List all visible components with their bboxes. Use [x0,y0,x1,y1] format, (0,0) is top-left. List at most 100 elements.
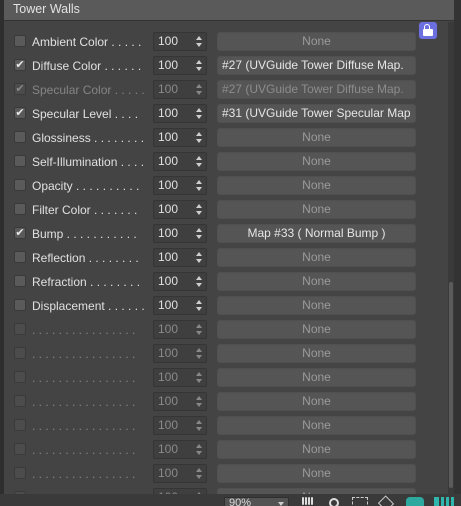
amount-value[interactable]: 100 [158,33,178,50]
spinner-arrows-icon[interactable] [195,177,203,194]
spinner-arrows-icon[interactable] [195,417,203,434]
map-slot-button[interactable]: None [217,440,416,459]
map-slot-button[interactable]: None [217,176,416,195]
map-enable-checkbox[interactable] [14,203,26,215]
map-slot-button[interactable]: None [217,416,416,435]
amount-spinner[interactable]: 100 [153,248,207,267]
map-enable-checkbox[interactable]: ✔ [14,83,26,95]
amount-spinner[interactable]: 100 [153,32,207,51]
spinner-arrows-icon[interactable] [195,321,203,338]
amount-value[interactable]: 100 [158,321,178,338]
amount-value[interactable]: 100 [158,369,178,386]
map-enable-checkbox[interactable] [14,395,26,407]
amount-spinner[interactable]: 100 [153,80,207,99]
amount-spinner[interactable]: 100 [153,344,207,363]
map-slot-button[interactable]: None [217,128,416,147]
amount-value[interactable]: 100 [158,345,178,362]
map-slot-button[interactable]: None [217,152,416,171]
pan-hand-icon[interactable] [300,497,316,506]
map-enable-checkbox[interactable] [14,347,26,359]
map-slot-button[interactable]: #31 (UVGuide Tower Specular Map [217,104,416,123]
navigation-icon[interactable] [377,495,395,506]
amount-spinner[interactable]: 100 [153,272,207,291]
map-slot-button[interactable]: #27 (UVGuide Tower Diffuse Map. [217,56,416,75]
map-slot-button[interactable]: None [217,272,416,291]
spinner-arrows-icon[interactable] [195,465,203,482]
zoom-search-icon[interactable] [328,497,344,506]
spinner-arrows-icon[interactable] [195,273,203,290]
amount-spinner[interactable]: 100 [153,200,207,219]
amount-value[interactable]: 100 [158,441,178,458]
map-slot-button[interactable]: None [217,32,416,51]
amount-spinner[interactable]: 100 [153,152,207,171]
amount-value[interactable]: 100 [158,249,178,266]
zoom-dropdown[interactable]: 90% [224,497,289,506]
amount-spinner[interactable]: 100 [153,392,207,411]
map-slot-button[interactable]: Map #33 ( Normal Bump ) [217,224,416,243]
spinner-arrows-icon[interactable] [195,249,203,266]
amount-value[interactable]: 100 [158,225,178,242]
amount-spinner[interactable]: 100 [153,296,207,315]
amount-value[interactable]: 100 [158,273,178,290]
amount-spinner[interactable]: 100 [153,128,207,147]
amount-value[interactable]: 100 [158,81,178,98]
grid-icon[interactable] [434,497,454,506]
amount-spinner[interactable]: 100 [153,320,207,339]
amount-value[interactable]: 100 [158,153,178,170]
lock-icon[interactable] [419,22,437,39]
amount-spinner[interactable]: 100 [153,56,207,75]
spinner-arrows-icon[interactable] [195,345,203,362]
spinner-arrows-icon[interactable] [195,129,203,146]
amount-spinner[interactable]: 100 [153,416,207,435]
map-enable-checkbox[interactable] [14,155,26,167]
amount-value[interactable]: 100 [158,57,178,74]
spinner-arrows-icon[interactable] [195,201,203,218]
spinner-arrows-icon[interactable] [195,393,203,410]
amount-value[interactable]: 100 [158,201,178,218]
map-slot-button[interactable]: None [217,200,416,219]
spinner-arrows-icon[interactable] [195,225,203,242]
map-enable-checkbox[interactable] [14,131,26,143]
scrollbar-thumb[interactable] [449,282,453,488]
map-enable-checkbox[interactable] [14,275,26,287]
amount-value[interactable]: 100 [158,297,178,314]
amount-spinner[interactable]: 100 [153,176,207,195]
amount-value[interactable]: 100 [158,105,178,122]
map-slot-button[interactable]: None [217,320,416,339]
map-enable-checkbox[interactable] [14,179,26,191]
zoom-region-icon[interactable] [352,497,368,506]
spinner-arrows-icon[interactable] [195,105,203,122]
layout-icon[interactable] [406,497,424,506]
amount-spinner[interactable]: 100 [153,224,207,243]
amount-value[interactable]: 100 [158,417,178,434]
map-enable-checkbox[interactable] [14,299,26,311]
amount-spinner[interactable]: 100 [153,104,207,123]
map-slot-button[interactable]: None [217,248,416,267]
map-enable-checkbox[interactable]: ✔ [14,227,26,239]
map-slot-button[interactable]: None [217,368,416,387]
spinner-arrows-icon[interactable] [195,441,203,458]
map-slot-button[interactable]: None [217,392,416,411]
map-enable-checkbox[interactable] [14,35,26,47]
map-slot-button[interactable]: None [217,344,416,363]
map-enable-checkbox[interactable] [14,251,26,263]
amount-value[interactable]: 100 [158,129,178,146]
amount-value[interactable]: 100 [158,465,178,482]
amount-spinner[interactable]: 100 [153,464,207,483]
spinner-arrows-icon[interactable] [195,81,203,98]
spinner-arrows-icon[interactable] [195,33,203,50]
amount-spinner[interactable]: 100 [153,440,207,459]
spinner-arrows-icon[interactable] [195,57,203,74]
map-enable-checkbox[interactable]: ✔ [14,107,26,119]
amount-spinner[interactable]: 100 [153,368,207,387]
rollout-title[interactable]: Tower Walls [4,0,454,21]
map-enable-checkbox[interactable] [14,467,26,479]
spinner-arrows-icon[interactable] [195,153,203,170]
map-slot-button[interactable]: #27 (UVGuide Tower Diffuse Map. [217,80,416,99]
amount-value[interactable]: 100 [158,393,178,410]
spinner-arrows-icon[interactable] [195,369,203,386]
map-slot-button[interactable]: None [217,464,416,483]
map-enable-checkbox[interactable] [14,371,26,383]
map-enable-checkbox[interactable] [14,443,26,455]
map-enable-checkbox[interactable] [14,323,26,335]
